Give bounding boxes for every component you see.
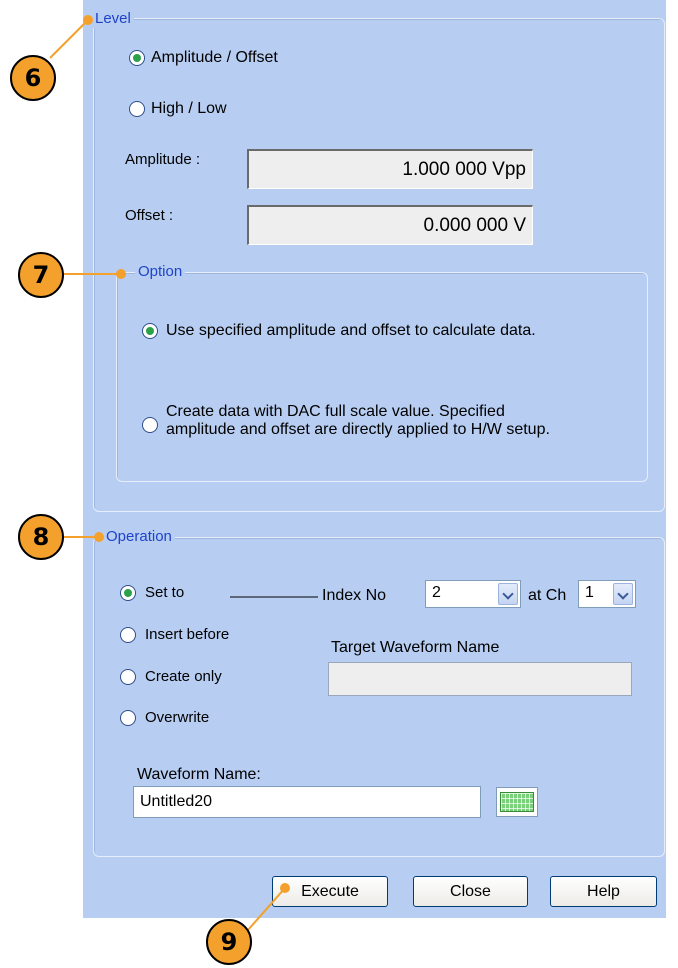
callout-8: 8 — [18, 514, 64, 560]
callout-leaders — [49, 15, 318, 931]
callout-7: 7 — [18, 252, 64, 298]
callout-6: 6 — [10, 55, 56, 101]
callout-9: 9 — [206, 919, 252, 965]
